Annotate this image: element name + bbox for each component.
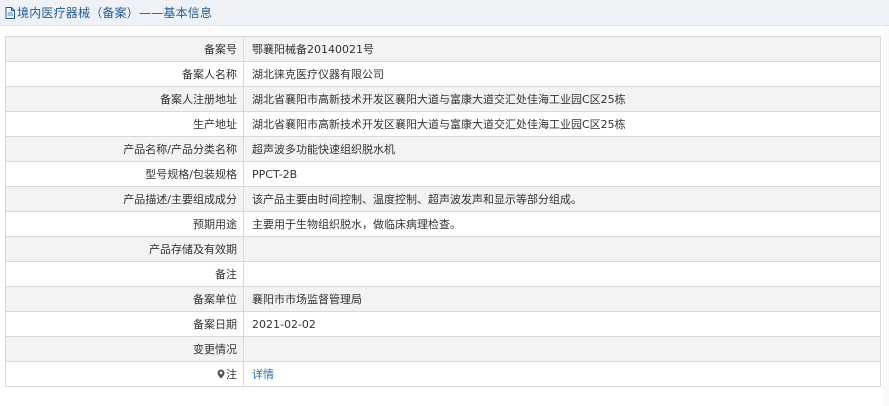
field-value: 超声波多功能快速组织脱水机 <box>243 136 881 162</box>
basic-info-table: 备案号 鄂襄阳械备20140021号 备案人名称 湖北徕克医疗仪器有限公司 备案人注册地… <box>5 36 881 387</box>
table-row: 型号规格/包装规格 PPCT-2B <box>5 161 881 187</box>
field-label: 型号规格/包装规格 <box>5 161 244 187</box>
field-value: 湖北省襄阳市高新技术开发区襄阳大道与富康大道交汇处佳海工业园C区25栋 <box>243 86 881 112</box>
field-value <box>243 261 881 287</box>
table-row: 备注 <box>5 261 881 287</box>
field-label: 备案号 <box>5 36 244 62</box>
field-label: 预期用途 <box>5 211 244 237</box>
field-value: 主要用于生物组织脱水，做临床病理检查。 <box>243 211 881 237</box>
note-label-cell: 注 <box>5 361 244 387</box>
field-value <box>243 236 881 262</box>
note-label: 注 <box>226 368 237 381</box>
note-value-cell: 详情 <box>243 361 881 387</box>
table-row: 备案单位 襄阳市市场监督管理局 <box>5 286 881 312</box>
field-value: 2021-02-02 <box>243 311 881 337</box>
table-row: 备案号 鄂襄阳械备20140021号 <box>5 36 881 62</box>
table-row: 产品名称/产品分类名称 超声波多功能快速组织脱水机 <box>5 136 881 162</box>
table-row: 产品描述/主要组成成分 该产品主要由时间控制、温度控制、超声波发声和显示等部分组成… <box>5 186 881 212</box>
document-icon <box>5 6 15 19</box>
field-label: 产品描述/主要组成成分 <box>5 186 244 212</box>
field-value <box>243 336 881 362</box>
field-label: 产品名称/产品分类名称 <box>5 136 244 162</box>
field-label: 备案日期 <box>5 311 244 337</box>
field-label: 生产地址 <box>5 111 244 137</box>
page-header: 境内医疗器械（备案）——基本信息 <box>0 0 889 26</box>
page-title: 境内医疗器械（备案）——基本信息 <box>17 6 213 20</box>
field-label: 变更情况 <box>5 336 244 362</box>
field-value: 湖北徕克医疗仪器有限公司 <box>243 61 881 87</box>
field-value: PPCT-2B <box>243 161 881 187</box>
table-row: 产品存储及有效期 <box>5 236 881 262</box>
field-value: 该产品主要由时间控制、温度控制、超声波发声和显示等部分组成。 <box>243 186 881 212</box>
field-label: 产品存储及有效期 <box>5 236 244 262</box>
table-row: 备案日期 2021-02-02 <box>5 311 881 337</box>
location-pin-icon <box>217 369 225 379</box>
field-label: 备注 <box>5 261 244 287</box>
vertical-scrollbar[interactable] <box>883 26 889 406</box>
field-value: 鄂襄阳械备20140021号 <box>243 36 881 62</box>
detail-link[interactable]: 详情 <box>252 368 274 381</box>
table-row: 变更情况 <box>5 336 881 362</box>
field-label: 备案人注册地址 <box>5 86 244 112</box>
table-row: 生产地址 湖北省襄阳市高新技术开发区襄阳大道与富康大道交汇处佳海工业园C区25栋 <box>5 111 881 137</box>
field-value: 湖北省襄阳市高新技术开发区襄阳大道与富康大道交汇处佳海工业园C区25栋 <box>243 111 881 137</box>
table-row: 备案人名称 湖北徕克医疗仪器有限公司 <box>5 61 881 87</box>
field-label: 备案单位 <box>5 286 244 312</box>
field-label: 备案人名称 <box>5 61 244 87</box>
field-value: 襄阳市市场监督管理局 <box>243 286 881 312</box>
table-row-note: 注 详情 <box>5 361 881 387</box>
table-row: 预期用途 主要用于生物组织脱水，做临床病理检查。 <box>5 211 881 237</box>
table-row: 备案人注册地址 湖北省襄阳市高新技术开发区襄阳大道与富康大道交汇处佳海工业园C区2… <box>5 86 881 112</box>
